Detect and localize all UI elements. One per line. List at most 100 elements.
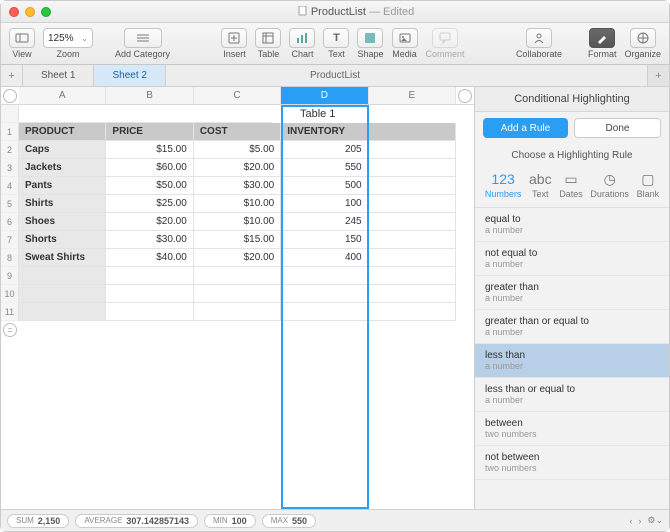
rule-option[interactable]: not betweentwo numbers: [475, 446, 669, 480]
collaborate-button[interactable]: [526, 28, 552, 48]
col-handle[interactable]: [458, 89, 472, 103]
header-empty[interactable]: [369, 123, 456, 141]
chart-button[interactable]: [289, 28, 315, 48]
rule-category-dates[interactable]: ▭Dates: [558, 169, 584, 201]
rule-option[interactable]: equal toa number: [475, 208, 669, 242]
view-button[interactable]: [9, 28, 35, 48]
cell-price[interactable]: $20.00: [106, 213, 193, 231]
cell-empty[interactable]: [369, 141, 456, 159]
col-header-B[interactable]: B: [106, 87, 193, 104]
rule-option[interactable]: greater than or equal toa number: [475, 310, 669, 344]
cell-cost[interactable]: $15.00: [194, 231, 281, 249]
chevron-right-icon[interactable]: ›: [638, 516, 641, 526]
avg-pill[interactable]: AVERAGE307.142857143: [75, 514, 198, 528]
cell-price[interactable]: $30.00: [106, 231, 193, 249]
cell-cost[interactable]: $30.00: [194, 177, 281, 195]
cell-cost[interactable]: $10.00: [194, 195, 281, 213]
rule-category-durations[interactable]: ◷Durations: [589, 169, 630, 201]
gear-icon[interactable]: ⚙︎⌄: [647, 515, 663, 526]
row-label[interactable]: 3: [1, 159, 19, 177]
cell-price[interactable]: $60.00: [106, 159, 193, 177]
cell-empty[interactable]: [369, 195, 456, 213]
header-product[interactable]: PRODUCT: [19, 123, 106, 141]
max-pill[interactable]: MAX550: [262, 514, 316, 528]
format-button[interactable]: [589, 28, 615, 48]
cell-empty[interactable]: [369, 213, 456, 231]
cell-inventory[interactable]: 245: [281, 213, 368, 231]
cell-empty[interactable]: [369, 159, 456, 177]
cell-inventory[interactable]: 205: [281, 141, 368, 159]
equals-icon[interactable]: =: [3, 323, 17, 337]
rule-option[interactable]: less thana number: [475, 344, 669, 378]
cell-product[interactable]: Shoes: [19, 213, 106, 231]
cell-product[interactable]: Shorts: [19, 231, 106, 249]
cell-inventory[interactable]: 500: [281, 177, 368, 195]
col-header-A[interactable]: A: [19, 87, 106, 104]
rule-category-numbers[interactable]: 123Numbers: [484, 169, 523, 201]
row-label[interactable]: 5: [1, 195, 19, 213]
cell-price[interactable]: $50.00: [106, 177, 193, 195]
col-header-C[interactable]: C: [194, 87, 281, 104]
rule-option[interactable]: less than or equal toa number: [475, 378, 669, 412]
row-label[interactable]: 8: [1, 249, 19, 267]
cell-inventory[interactable]: 550: [281, 159, 368, 177]
sum-pill[interactable]: SUM2,150: [7, 514, 69, 528]
sheet-tab-2[interactable]: Sheet 2: [94, 65, 165, 86]
cell-inventory[interactable]: 400: [281, 249, 368, 267]
header-cost[interactable]: COST: [194, 123, 281, 141]
row-label[interactable]: 7: [1, 231, 19, 249]
cell-product[interactable]: Pants: [19, 177, 106, 195]
header-price[interactable]: PRICE: [106, 123, 193, 141]
table-button[interactable]: [255, 28, 281, 48]
cell-price[interactable]: $15.00: [106, 141, 193, 159]
add-sheet-button[interactable]: +: [1, 65, 23, 86]
header-inventory[interactable]: INVENTORY: [281, 123, 368, 141]
cell-product[interactable]: Caps: [19, 141, 106, 159]
cell-product[interactable]: Shirts: [19, 195, 106, 213]
cell-inventory[interactable]: 150: [281, 231, 368, 249]
close-window-button[interactable]: [9, 7, 19, 17]
cell-empty[interactable]: [369, 249, 456, 267]
rule-option[interactable]: not equal toa number: [475, 242, 669, 276]
panel-add-tab[interactable]: +: [647, 65, 669, 86]
cell-product[interactable]: Jackets: [19, 159, 106, 177]
cell-product[interactable]: Sweat Shirts: [19, 249, 106, 267]
cell-cost[interactable]: $10.00: [194, 213, 281, 231]
chevron-left-icon[interactable]: ‹: [629, 516, 632, 526]
add-category-button[interactable]: [124, 28, 162, 48]
organize-button[interactable]: [630, 28, 656, 48]
cell-price[interactable]: $25.00: [106, 195, 193, 213]
media-button[interactable]: [392, 28, 418, 48]
rule-category-text[interactable]: abcText: [528, 169, 553, 201]
cell-inventory[interactable]: 100: [281, 195, 368, 213]
add-rule-button[interactable]: Add a Rule: [483, 118, 568, 138]
cell-cost[interactable]: $5.00: [194, 141, 281, 159]
cell-price[interactable]: $40.00: [106, 249, 193, 267]
row-label[interactable]: 4: [1, 177, 19, 195]
row-label[interactable]: 6: [1, 213, 19, 231]
table-title[interactable]: Table 1: [272, 105, 364, 123]
zoom-window-button[interactable]: [41, 7, 51, 17]
col-header-D[interactable]: D: [281, 87, 368, 104]
row-label-1[interactable]: 1: [1, 123, 19, 141]
shape-button[interactable]: [357, 28, 383, 48]
cell-empty[interactable]: [369, 231, 456, 249]
rule-option[interactable]: betweentwo numbers: [475, 412, 669, 446]
row-label[interactable]: 2: [1, 141, 19, 159]
cell-cost[interactable]: $20.00: [194, 159, 281, 177]
rule-option[interactable]: greater thana number: [475, 276, 669, 310]
rule-category-blank[interactable]: ▢Blank: [636, 169, 661, 201]
cell-empty[interactable]: [369, 177, 456, 195]
text-button[interactable]: T: [323, 28, 349, 48]
spreadsheet-canvas[interactable]: A B C D E Table 1 1 PRODUCT PRICE COST I…: [1, 87, 474, 509]
zoom-select[interactable]: 125%⌄: [43, 28, 93, 48]
col-header-E[interactable]: E: [369, 87, 456, 104]
cell-cost[interactable]: $20.00: [194, 249, 281, 267]
row-handle[interactable]: [3, 89, 17, 103]
comment-button[interactable]: [432, 28, 458, 48]
minimize-window-button[interactable]: [25, 7, 35, 17]
min-pill[interactable]: MIN100: [204, 514, 256, 528]
insert-button[interactable]: [221, 28, 247, 48]
sheet-tab-1[interactable]: Sheet 1: [23, 65, 94, 86]
done-button[interactable]: Done: [574, 118, 661, 138]
